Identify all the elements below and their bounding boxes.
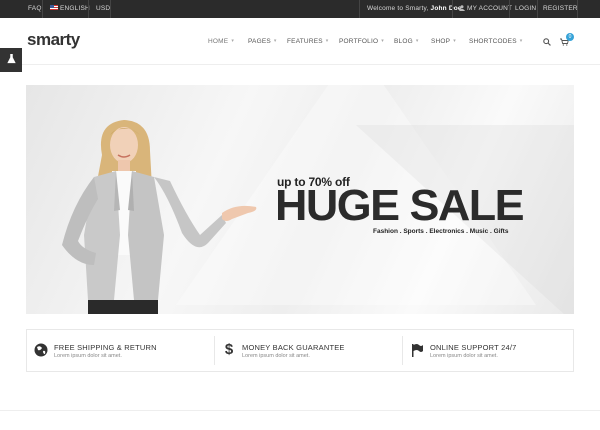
divider	[359, 0, 360, 18]
style-switcher-tab[interactable]	[0, 48, 22, 72]
chevron-down-icon: ▾	[453, 38, 456, 44]
currency-selector[interactable]: USD	[96, 5, 110, 12]
feature-desc: Lorem ipsum dolor sit amet.	[242, 353, 310, 359]
feature-strip: FREE SHIPPING & RETURN Lorem ipsum dolor…	[26, 329, 574, 372]
nav-item-label: HOME	[208, 38, 229, 45]
globe-icon	[34, 343, 48, 357]
chevron-down-icon: ▾	[519, 38, 523, 44]
divider	[42, 0, 43, 18]
nav-item-label: FEATURES	[287, 38, 323, 45]
nav-item-home[interactable]: HOME ▾	[208, 38, 234, 45]
feature-item: $ MONEY BACK GUARANTEE Lorem ipsum dolor…	[215, 330, 401, 371]
feature-item: ONLINE SUPPORT 24/7 Lorem ipsum dolor si…	[403, 330, 573, 371]
divider	[509, 0, 510, 18]
divider	[537, 0, 538, 18]
divider	[452, 0, 453, 18]
flask-icon	[6, 54, 16, 64]
site-logo[interactable]: smarty	[27, 30, 80, 50]
hero-categories: Fashion . Sports . Electronics . Music .…	[373, 228, 509, 235]
divider	[0, 410, 600, 411]
divider	[110, 0, 111, 18]
feature-desc: Lorem ipsum dolor sit amet.	[430, 353, 498, 359]
chevron-down-icon: ▾	[231, 38, 235, 44]
nav-item-label: BLOG	[394, 38, 413, 45]
register-link[interactable]: REGISTER	[543, 5, 578, 12]
welcome-user: John Doe	[430, 5, 462, 12]
welcome-text: Welcome to Smarty, John Doe	[367, 5, 462, 12]
divider	[88, 0, 89, 18]
my-account-link[interactable]: MY ACCOUNT	[459, 5, 512, 12]
us-flag-icon	[50, 5, 58, 10]
hero-banner[interactable]: up to 70% off HUGE SALE Fashion . Sports…	[26, 85, 574, 314]
user-icon	[459, 5, 465, 11]
my-account-label: MY ACCOUNT	[467, 5, 513, 12]
nav-item-shop[interactable]: SHOP ▾	[431, 38, 456, 45]
nav-item-features[interactable]: FEATURES ▾	[287, 38, 329, 45]
hero-headline: HUGE SALE	[275, 181, 525, 230]
feature-item: FREE SHIPPING & RETURN Lorem ipsum dolor…	[27, 330, 213, 371]
faq-link[interactable]: FAQ	[28, 5, 42, 12]
search-icon[interactable]	[543, 38, 551, 46]
nav-item-portfolio[interactable]: PORTFOLIO ▾	[339, 38, 384, 45]
language-selector[interactable]: ENGLISH	[50, 5, 90, 12]
chevron-down-icon: ▾	[381, 38, 384, 44]
feature-title: FREE SHIPPING & RETURN	[54, 343, 157, 352]
top-bar: FAQ ENGLISH USD Welcome to Smarty, John …	[0, 0, 600, 18]
chevron-down-icon: ▾	[325, 38, 329, 44]
cart-count-badge: 0	[566, 33, 574, 41]
feature-title: ONLINE SUPPORT 24/7	[430, 343, 517, 352]
divider	[577, 0, 578, 18]
nav-item-label: SHOP	[431, 38, 451, 45]
main-header: smarty HOME ▾ PAGES ▾ FEATURES ▾ PORTFOLIO ▾…	[0, 18, 600, 65]
nav-item-label: PAGES	[248, 38, 271, 45]
nav-item-label: SHORTCODES	[469, 38, 517, 45]
chevron-down-icon: ▾	[273, 38, 277, 44]
nav-item-shortcodes[interactable]: SHORTCODES ▾	[469, 38, 522, 45]
feature-title: MONEY BACK GUARANTEE	[242, 343, 345, 352]
nav-item-pages[interactable]: PAGES ▾	[248, 38, 277, 45]
model-image	[62, 120, 257, 314]
chevron-down-icon: ▾	[415, 38, 419, 44]
flag-icon	[412, 344, 423, 357]
language-label: ENGLISH	[60, 5, 90, 12]
login-link[interactable]: LOGIN	[515, 5, 536, 12]
feature-desc: Lorem ipsum dolor sit amet.	[54, 353, 122, 359]
welcome-prefix: Welcome to Smarty,	[367, 5, 429, 12]
dollar-icon: $	[224, 341, 234, 358]
nav-item-label: PORTFOLIO	[339, 38, 379, 45]
nav-item-blog[interactable]: BLOG ▾	[394, 38, 419, 45]
